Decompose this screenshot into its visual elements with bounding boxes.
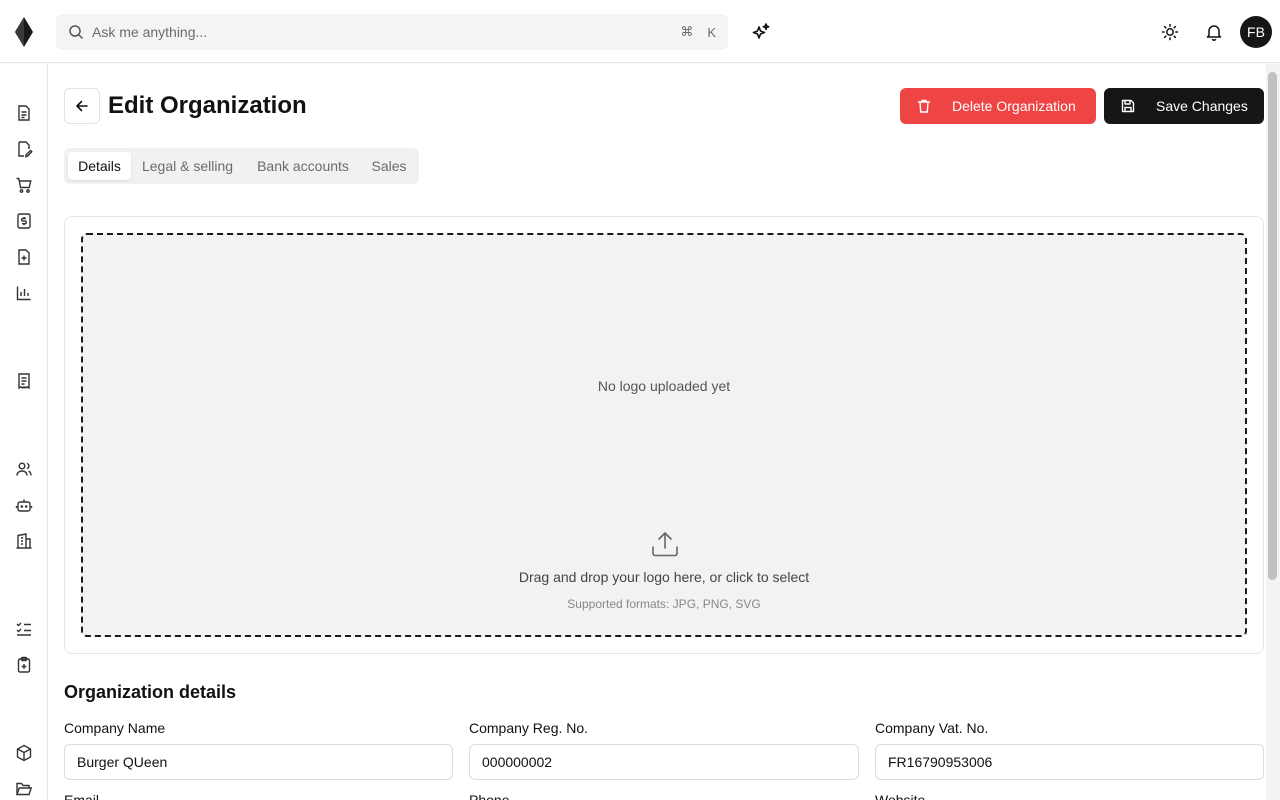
tab-bank-accounts[interactable]: Bank accounts bbox=[246, 152, 360, 180]
sidebar-item-orders[interactable] bbox=[15, 176, 33, 194]
scrollbar-thumb[interactable] bbox=[1268, 72, 1277, 580]
company-name-label: Company Name bbox=[64, 720, 166, 736]
dollar-receipt-icon bbox=[15, 212, 33, 230]
sidebar-item-invoices[interactable] bbox=[15, 212, 33, 230]
phone-label: Phone bbox=[469, 792, 510, 800]
supported-formats: Supported formats: JPG, PNG, SVG bbox=[567, 597, 761, 611]
sidebar-item-signatures[interactable] bbox=[15, 140, 33, 158]
tab-sales[interactable]: Sales bbox=[364, 152, 414, 180]
tab-legal-selling[interactable]: Legal & selling bbox=[134, 152, 241, 180]
users-icon bbox=[15, 460, 33, 478]
shortcut-symbol: ⌘ bbox=[680, 24, 694, 39]
sidebar-item-tasks[interactable] bbox=[15, 620, 33, 638]
bar-chart-icon bbox=[15, 284, 33, 302]
sidebar-item-assistant[interactable] bbox=[15, 496, 33, 514]
folder-open-icon bbox=[15, 780, 33, 798]
delete-organization-label: Delete Organization bbox=[952, 98, 1076, 114]
page-title: Edit Organization bbox=[108, 92, 307, 119]
sidebar-item-products[interactable] bbox=[15, 744, 33, 762]
company-name-input[interactable]: Burger QUeen bbox=[64, 744, 453, 780]
tab-details[interactable]: Details bbox=[68, 152, 131, 180]
save-changes-label: Save Changes bbox=[1156, 98, 1248, 114]
ai-sparkles-icon[interactable] bbox=[751, 22, 771, 42]
package-icon bbox=[15, 744, 33, 762]
bot-icon bbox=[15, 496, 33, 514]
building-icon bbox=[15, 532, 33, 550]
sidebar-item-new-document[interactable] bbox=[15, 248, 33, 266]
notifications-bell-icon[interactable] bbox=[1204, 22, 1224, 42]
company-vat-no-label: Company Vat. No. bbox=[875, 720, 989, 736]
upload-icon bbox=[650, 529, 680, 559]
clipboard-plus-icon bbox=[15, 656, 33, 674]
file-plus-icon bbox=[15, 248, 33, 266]
user-avatar[interactable]: FB bbox=[1240, 16, 1272, 48]
sidebar bbox=[0, 64, 48, 800]
search-icon bbox=[68, 24, 84, 40]
tab-list: Details Legal & selling Bank accounts Sa… bbox=[64, 148, 419, 184]
search-bar[interactable]: Ask me anything... ⌘ K bbox=[56, 14, 728, 50]
shortcut-key: K bbox=[707, 24, 716, 40]
section-title: Organization details bbox=[64, 682, 237, 702]
sidebar-item-files[interactable] bbox=[15, 780, 33, 798]
company-reg-no-label: Company Reg. No. bbox=[469, 720, 589, 736]
logo-dropzone[interactable]: No logo uploaded yet Drag and drop your … bbox=[81, 233, 1247, 637]
company-vat-no-input[interactable]: FR16790953006 bbox=[875, 744, 1264, 780]
receipt-icon bbox=[15, 372, 33, 390]
save-changes-button[interactable]: Save Changes bbox=[1104, 88, 1264, 124]
sidebar-item-receipts[interactable] bbox=[15, 372, 33, 390]
shopping-cart-icon bbox=[15, 176, 33, 194]
trash-icon bbox=[916, 98, 932, 114]
delete-organization-button[interactable]: Delete Organization bbox=[900, 88, 1096, 124]
sidebar-item-documents[interactable] bbox=[15, 104, 33, 122]
theme-toggle-sun-icon[interactable] bbox=[1160, 22, 1180, 42]
upload-instruction: Drag and drop your logo here, or click t… bbox=[518, 569, 810, 585]
search-placeholder: Ask me anything... bbox=[92, 24, 208, 40]
email-label: Email bbox=[64, 792, 100, 800]
back-button[interactable] bbox=[64, 88, 100, 124]
file-signature-icon bbox=[15, 140, 33, 158]
no-logo-text: No logo uploaded yet bbox=[597, 378, 731, 394]
sidebar-item-contacts[interactable] bbox=[15, 460, 33, 478]
arrow-left-icon bbox=[74, 98, 90, 114]
file-text-icon bbox=[15, 104, 33, 122]
sidebar-item-quotes[interactable] bbox=[15, 656, 33, 674]
website-label: Website bbox=[875, 792, 926, 800]
save-icon bbox=[1120, 98, 1136, 114]
app-logo-icon[interactable] bbox=[14, 17, 34, 47]
sidebar-item-reports[interactable] bbox=[15, 284, 33, 302]
list-checks-icon bbox=[15, 620, 33, 638]
company-reg-no-input[interactable]: 000000002 bbox=[469, 744, 859, 780]
top-bar: Ask me anything... ⌘ K FB bbox=[0, 0, 1280, 63]
sidebar-item-organizations[interactable] bbox=[15, 532, 33, 550]
